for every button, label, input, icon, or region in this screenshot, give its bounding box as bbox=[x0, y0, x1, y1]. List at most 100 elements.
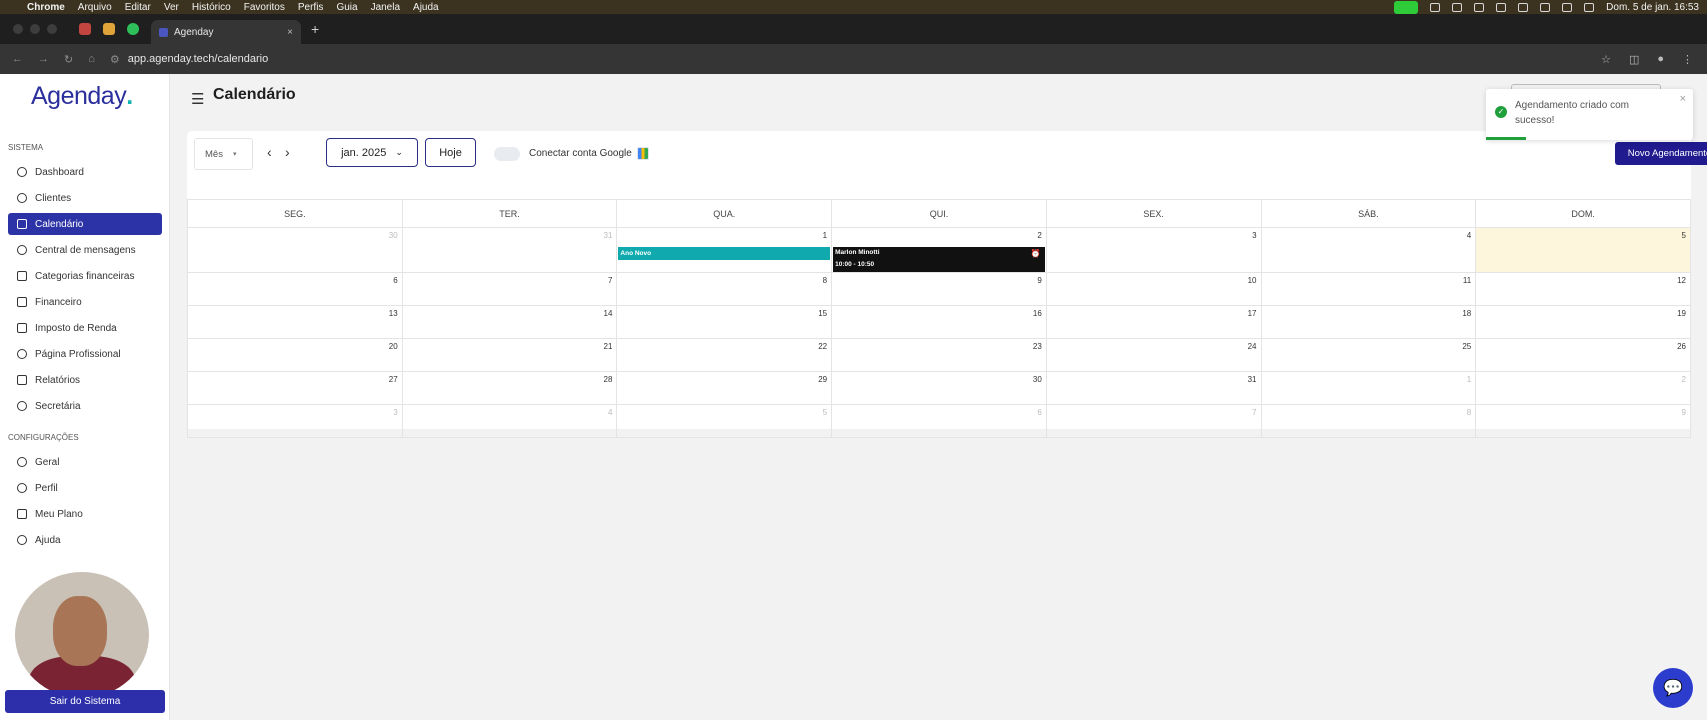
bluetooth-icon[interactable] bbox=[1496, 2, 1507, 12]
pinned-tab-icon[interactable] bbox=[79, 23, 91, 35]
control-center-icon[interactable] bbox=[1584, 2, 1595, 12]
day-cell[interactable]: 26 bbox=[1475, 338, 1691, 372]
sidebar-item-geral[interactable]: Geral bbox=[8, 451, 162, 473]
day-cell[interactable]: 12 bbox=[1475, 272, 1691, 306]
wifi-icon[interactable] bbox=[1540, 2, 1551, 12]
menu-historico[interactable]: Histórico bbox=[192, 2, 231, 13]
menu-janela[interactable]: Janela bbox=[371, 2, 400, 13]
day-cell[interactable]: 13 bbox=[187, 305, 403, 339]
day-cell[interactable]: 4 bbox=[1260, 227, 1477, 273]
day-cell[interactable]: 2 Marlon Minotti 10:00 - 10:50 ⏰ bbox=[831, 227, 1047, 273]
profile-avatar-icon[interactable]: ● bbox=[1657, 53, 1664, 66]
sidebar-item-perfil[interactable]: Perfil bbox=[8, 477, 162, 499]
slack-icon[interactable] bbox=[103, 23, 115, 35]
day-cell[interactable]: 8 bbox=[616, 272, 833, 306]
day-cell[interactable]: 17 bbox=[1045, 305, 1262, 339]
reload-icon[interactable]: ↻ bbox=[64, 53, 73, 66]
view-select[interactable]: Mês ▾ bbox=[194, 138, 253, 170]
new-tab-button[interactable]: + bbox=[311, 21, 319, 37]
menu-ver[interactable]: Ver bbox=[164, 2, 179, 13]
day-cell[interactable]: 3 bbox=[187, 404, 403, 438]
day-cell[interactable]: 10 bbox=[1045, 272, 1262, 306]
url-field[interactable]: app.agenday.tech/calendario bbox=[128, 53, 268, 65]
menu-editar[interactable]: Editar bbox=[125, 2, 151, 13]
menu-guia[interactable]: Guia bbox=[336, 2, 357, 13]
logout-button[interactable]: Sair do Sistema bbox=[5, 690, 165, 713]
sidebar-item-plano[interactable]: Meu Plano bbox=[8, 503, 162, 525]
day-cell[interactable]: 31 bbox=[1045, 371, 1262, 405]
today-button[interactable]: Hoje bbox=[425, 138, 476, 167]
sidebar-item-categorias[interactable]: Categorias financeiras bbox=[8, 265, 162, 287]
day-cell[interactable]: 9 bbox=[1475, 404, 1691, 438]
sidebar-item-mensagens[interactable]: Central de mensagens bbox=[8, 239, 162, 261]
sidebar-item-clientes[interactable]: Clientes bbox=[8, 187, 162, 209]
day-cell[interactable]: 29 bbox=[616, 371, 833, 405]
sidebar-item-relatorios[interactable]: Relatórios bbox=[8, 369, 162, 391]
day-cell[interactable]: 1 bbox=[1260, 371, 1477, 405]
menu-favoritos[interactable]: Favoritos bbox=[244, 2, 285, 13]
holiday-event[interactable]: Ano Novo bbox=[618, 247, 831, 260]
day-cell[interactable]: 30 bbox=[187, 227, 403, 273]
day-cell[interactable]: 21 bbox=[401, 338, 618, 372]
day-cell[interactable]: 7 bbox=[1045, 404, 1262, 438]
sidebar-item-imposto[interactable]: Imposto de Renda bbox=[8, 317, 162, 339]
day-cell[interactable]: 5 bbox=[616, 404, 833, 438]
menu-chrome[interactable]: Chrome bbox=[27, 2, 65, 13]
menu-arquivo[interactable]: Arquivo bbox=[78, 2, 112, 13]
day-cell[interactable]: 25 bbox=[1260, 338, 1477, 372]
sidebar-item-ajuda[interactable]: Ajuda bbox=[8, 529, 162, 551]
prev-month-button[interactable]: ‹ bbox=[267, 144, 272, 160]
maximize-window-icon[interactable] bbox=[47, 24, 57, 34]
day-cell[interactable]: 19 bbox=[1475, 305, 1691, 339]
hamburger-menu-icon[interactable]: ☰ bbox=[191, 90, 204, 108]
status-icon[interactable] bbox=[1452, 2, 1463, 12]
day-cell[interactable]: 7 bbox=[401, 272, 618, 306]
camera-status-icon[interactable] bbox=[1394, 0, 1419, 14]
search-icon[interactable] bbox=[1518, 2, 1529, 12]
day-cell[interactable]: 28 bbox=[401, 371, 618, 405]
forward-icon[interactable]: → bbox=[38, 53, 49, 66]
google-toggle[interactable] bbox=[494, 147, 520, 161]
day-cell[interactable]: 6 bbox=[187, 272, 403, 306]
day-cell[interactable]: 1 Ano Novo bbox=[616, 227, 833, 273]
day-cell[interactable]: 31 bbox=[401, 227, 618, 273]
sidebar-item-financeiro[interactable]: Financeiro bbox=[8, 291, 162, 313]
agenday-logo[interactable]: Agenday. bbox=[31, 82, 133, 111]
menu-perfis[interactable]: Perfis bbox=[298, 2, 324, 13]
day-cell[interactable]: 9 bbox=[831, 272, 1047, 306]
home-icon[interactable]: ⌂ bbox=[88, 53, 95, 66]
close-window-icon[interactable] bbox=[13, 24, 23, 34]
day-cell[interactable]: 6 bbox=[831, 404, 1047, 438]
site-settings-icon[interactable]: ⚙ bbox=[110, 53, 120, 66]
sidebar-item-secretaria[interactable]: Secretária bbox=[8, 395, 162, 417]
menu-ajuda[interactable]: Ajuda bbox=[413, 2, 439, 13]
tab-agenday[interactable]: Agenday × bbox=[151, 20, 301, 44]
day-cell[interactable]: 15 bbox=[616, 305, 833, 339]
sidebar-item-pagina[interactable]: Página Profissional bbox=[8, 343, 162, 365]
day-cell[interactable]: 16 bbox=[831, 305, 1047, 339]
connect-google[interactable]: Conectar conta Google bbox=[529, 147, 649, 160]
minimize-window-icon[interactable] bbox=[30, 24, 40, 34]
day-cell[interactable]: 27 bbox=[187, 371, 403, 405]
day-cell-today[interactable]: 5 bbox=[1475, 227, 1691, 273]
chat-support-button[interactable]: 💬 bbox=[1653, 668, 1693, 708]
new-appointment-button[interactable]: Novo Agendamento bbox=[1615, 142, 1707, 165]
clock[interactable]: Dom. 5 de jan. 16:53 bbox=[1606, 2, 1699, 13]
volume-icon[interactable] bbox=[1562, 2, 1573, 12]
sidebar-item-calendario[interactable]: Calendário bbox=[8, 213, 162, 235]
more-menu-icon[interactable]: ⋮ bbox=[1682, 53, 1693, 66]
day-cell[interactable]: 22 bbox=[616, 338, 833, 372]
whatsapp-icon[interactable] bbox=[127, 23, 139, 35]
bookmark-star-icon[interactable]: ☆ bbox=[1601, 53, 1611, 66]
day-cell[interactable]: 3 bbox=[1045, 227, 1262, 273]
back-icon[interactable]: ← bbox=[12, 53, 23, 66]
day-cell[interactable]: 18 bbox=[1260, 305, 1477, 339]
day-cell[interactable]: 23 bbox=[831, 338, 1047, 372]
day-cell[interactable]: 14 bbox=[401, 305, 618, 339]
day-cell[interactable]: 8 bbox=[1260, 404, 1477, 438]
close-toast-icon[interactable]: × bbox=[1680, 93, 1686, 105]
close-tab-icon[interactable]: × bbox=[287, 27, 293, 38]
appointment-event[interactable]: Marlon Minotti 10:00 - 10:50 ⏰ bbox=[833, 247, 1045, 272]
day-cell[interactable]: 30 bbox=[831, 371, 1047, 405]
day-cell[interactable]: 24 bbox=[1045, 338, 1262, 372]
